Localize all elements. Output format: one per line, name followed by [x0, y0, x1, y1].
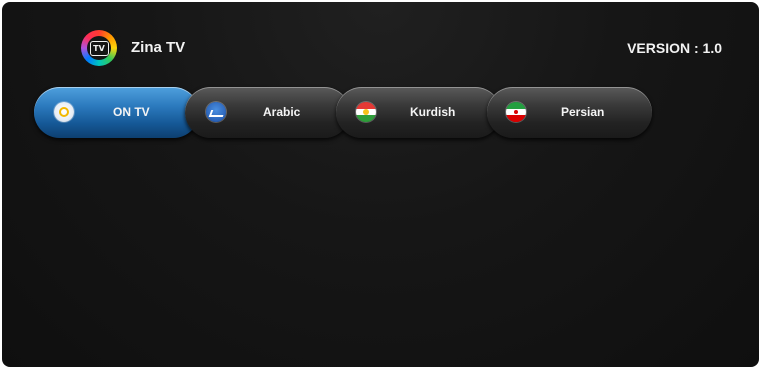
tab-label: Kurdish — [410, 105, 456, 119]
app-screen: TV Zina TV VERSION : 1.0 ON TV Arabic Ku… — [2, 2, 759, 367]
tab-kurdish[interactable]: Kurdish — [336, 87, 501, 138]
logo-text: TV — [89, 40, 109, 56]
tab-persian[interactable]: Persian — [487, 87, 652, 138]
kurdish-flag-icon — [356, 102, 376, 122]
tab-label: Persian — [561, 105, 605, 119]
tab-label: Arabic — [263, 105, 301, 119]
app-title: Zina TV — [131, 39, 186, 56]
tab-on-tv[interactable]: ON TV — [34, 87, 199, 138]
version-label: VERSION : 1.0 — [627, 40, 722, 56]
arabic-icon — [206, 102, 226, 122]
iran-flag-icon — [506, 102, 526, 122]
on-tv-icon — [54, 102, 74, 122]
tab-label: ON TV — [113, 105, 150, 119]
tv-logo-icon: TV — [81, 30, 117, 66]
tab-arabic[interactable]: Arabic — [185, 87, 350, 138]
